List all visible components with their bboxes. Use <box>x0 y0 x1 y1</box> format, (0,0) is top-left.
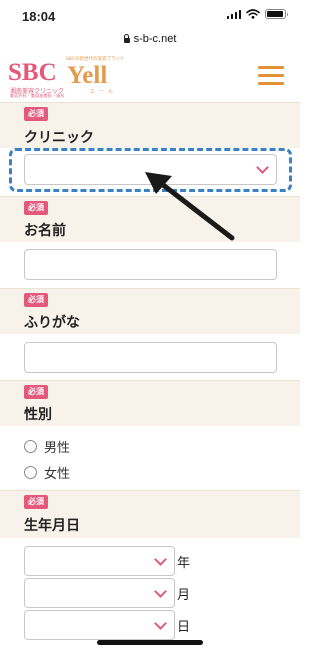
status-icons <box>226 9 288 19</box>
wifi-icon <box>246 9 260 19</box>
required-badge: 必須 <box>24 107 48 121</box>
required-badge: 必須 <box>24 293 48 307</box>
chevron-down-icon <box>154 553 167 566</box>
clinic-section-header: 必須 クリニック <box>0 102 300 148</box>
gender-option-male[interactable]: 男性 <box>24 437 70 456</box>
birth-year-select[interactable] <box>24 546 175 576</box>
status-time: 18:04 <box>22 9 56 24</box>
sbc-logo-tagline: 美容外科・美容皮膚科・歯科 <box>10 93 65 98</box>
battery-icon <box>265 9 288 19</box>
name-input[interactable] <box>24 249 277 280</box>
pointer-arrow-icon <box>145 172 235 241</box>
home-indicator <box>97 640 203 645</box>
name-label: お名前 <box>24 223 66 239</box>
lock-icon <box>123 34 130 43</box>
signal-icon <box>226 9 241 19</box>
url-text: s-b-c.net <box>133 33 177 45</box>
required-badge: 必須 <box>24 385 48 399</box>
yell-logo[interactable]: Yell <box>67 63 107 88</box>
birth-day-select[interactable] <box>24 610 175 640</box>
yell-logo-kana: エール <box>90 89 118 95</box>
sbc-logo[interactable]: SBC <box>8 60 57 85</box>
required-badge: 必須 <box>24 201 48 215</box>
birth-month-select[interactable] <box>24 578 175 608</box>
clinic-label: クリニック <box>24 130 94 146</box>
gender-option-female[interactable]: 女性 <box>24 463 70 482</box>
gender-option-label: 男性 <box>44 441 71 456</box>
chevron-down-icon <box>154 585 167 598</box>
month-unit-label: 月 <box>177 588 191 603</box>
hamburger-menu-icon[interactable] <box>258 64 284 86</box>
radio-button[interactable] <box>24 440 37 453</box>
site-header: SBC 湘南美容クリニック 美容外科・美容皮膚科・歯科 SBCの新世代の美容ブラ… <box>0 50 300 102</box>
furigana-input[interactable] <box>24 342 277 373</box>
year-unit-label: 年 <box>177 556 191 571</box>
furigana-label: ふりがな <box>24 315 80 331</box>
chevron-down-icon <box>154 617 167 630</box>
status-bar: 18:04 <box>0 0 300 26</box>
url-bar[interactable]: s-b-c.net <box>0 28 300 50</box>
radio-button[interactable] <box>24 466 37 479</box>
birthdate-label: 生年月日 <box>24 518 80 534</box>
required-badge: 必須 <box>24 495 48 509</box>
gender-option-label: 女性 <box>44 467 71 482</box>
gender-section-header: 必須 性別 <box>0 380 300 426</box>
day-unit-label: 日 <box>177 620 191 635</box>
gender-label: 性別 <box>24 407 52 423</box>
furigana-section-header: 必須 ふりがな <box>0 288 300 334</box>
birthdate-section-header: 必須 生年月日 <box>0 490 300 538</box>
